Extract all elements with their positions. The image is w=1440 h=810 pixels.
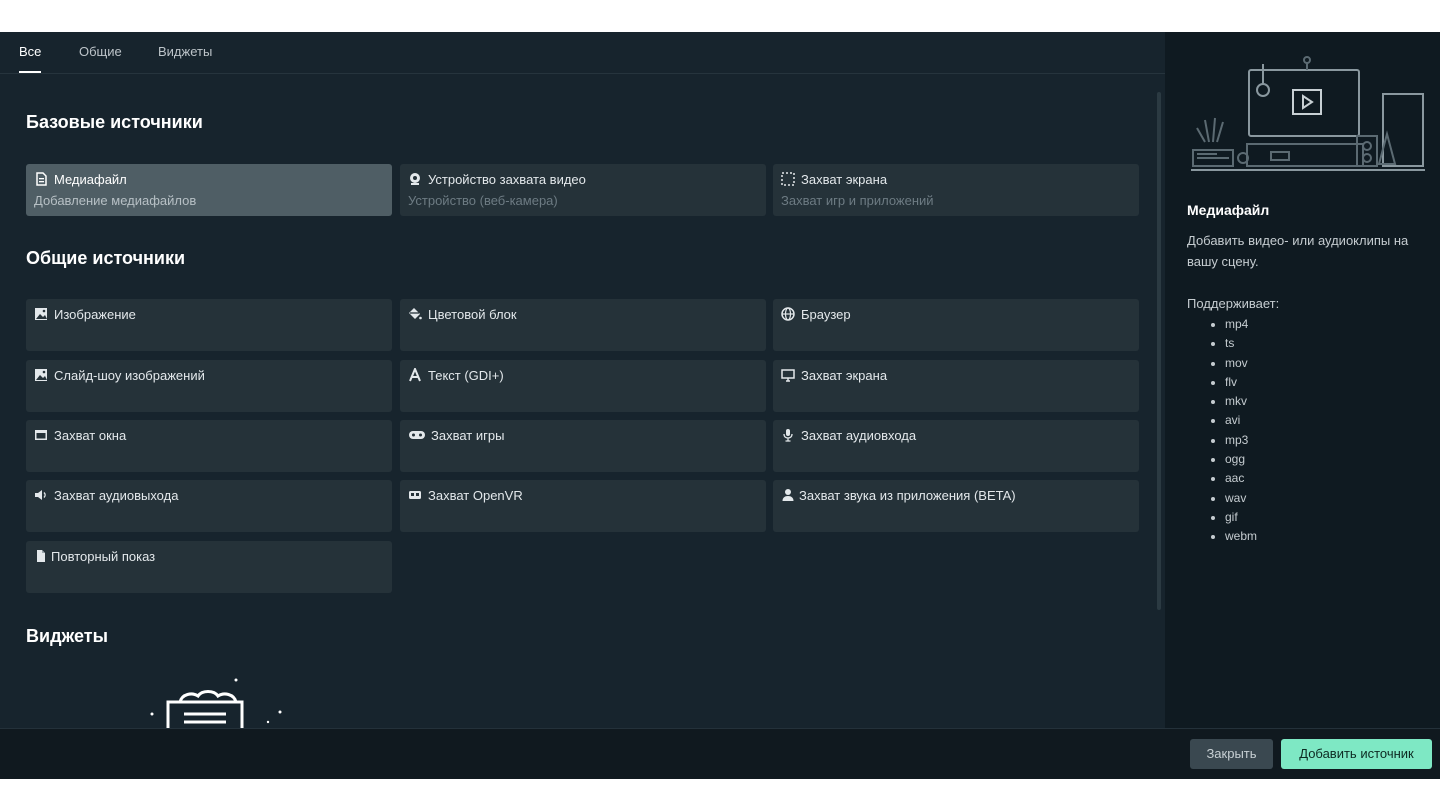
format-item: mov	[1225, 354, 1257, 373]
source-card-name: Захват экрана	[801, 368, 888, 383]
sources-scrollbar[interactable]	[1157, 92, 1161, 610]
source-card-name: Захват аудиовхода	[801, 428, 917, 443]
format-item: mp4	[1225, 315, 1257, 334]
source-card-screen-capture[interactable]: Захват экрана Захват игр и приложений	[773, 164, 1139, 216]
source-card-name: Цветовой блок	[428, 307, 517, 322]
globe-icon	[781, 307, 795, 321]
dialog-footer: Закрыть Добавить источник	[0, 728, 1440, 779]
close-button[interactable]: Закрыть	[1190, 739, 1273, 769]
source-card-description: Захват игр и приложений	[781, 193, 934, 208]
source-card-game-capture[interactable]: Захват игры	[400, 420, 766, 472]
section-title-general: Общие источники	[26, 248, 186, 268]
source-card-image-slideshow[interactable]: Слайд-шоу изображений	[26, 360, 392, 412]
source-card-openvr-capture[interactable]: Захват OpenVR	[400, 480, 766, 532]
source-card-display-capture[interactable]: Захват экрана	[773, 360, 1139, 412]
file-icon	[34, 172, 48, 186]
active-tab-indicator	[19, 71, 41, 73]
source-card-color-block[interactable]: Цветовой блок	[400, 299, 766, 351]
format-item: gif	[1225, 508, 1257, 527]
source-card-name: Слайд-шоу изображений	[54, 368, 205, 383]
details-description: Добавить видео- или аудиоклипы на вашу с…	[1187, 233, 1409, 269]
source-card-video-capture[interactable]: Устройство захвата видео Устройство (веб…	[400, 164, 766, 216]
window-icon	[34, 428, 48, 442]
source-card-browser[interactable]: Браузер	[773, 299, 1139, 351]
details-title: Медиафайл	[1187, 202, 1270, 218]
source-card-description: Добавление медиафайлов	[34, 193, 197, 208]
format-item: mkv	[1225, 392, 1257, 411]
format-item: webm	[1225, 527, 1257, 546]
monitor-icon	[781, 368, 795, 382]
tab-widgets[interactable]: Виджеты	[158, 44, 212, 59]
source-card-media-file[interactable]: Медиафайл Добавление медиафайлов	[26, 164, 392, 216]
source-card-image[interactable]: Изображение	[26, 299, 392, 351]
format-item: ogg	[1225, 450, 1257, 469]
image-icon	[34, 368, 48, 382]
source-card-name: Захват аудиовыхода	[54, 488, 179, 503]
sources-panel: Все Общие Виджеты Базовые источники Меди…	[0, 32, 1165, 728]
text-icon	[408, 368, 422, 382]
source-card-audio-input-capture[interactable]: Захват аудиовхода	[773, 420, 1139, 472]
format-item: ts	[1225, 334, 1257, 353]
source-card-name: Медиафайл	[54, 172, 127, 187]
section-title-basic: Базовые источники	[26, 112, 203, 132]
tab-bar: Все Общие Виджеты	[0, 32, 1165, 74]
source-details-panel: Медиафайл Добавить видео- или аудиоклипы…	[1165, 32, 1440, 728]
source-card-text-gdi[interactable]: Текст (GDI+)	[400, 360, 766, 412]
tab-general[interactable]: Общие	[79, 44, 122, 59]
user-icon	[781, 488, 795, 502]
source-card-name: Захват звука из приложения (BETA)	[799, 488, 1016, 503]
source-card-name: Устройство захвата видео	[428, 172, 586, 187]
source-card-description: Устройство (веб-камера)	[408, 193, 558, 208]
media-setup-illustration	[1191, 56, 1425, 171]
format-item: mp3	[1225, 431, 1257, 450]
format-item: aac	[1225, 469, 1257, 488]
source-card-name: Захват игры	[431, 428, 505, 443]
source-card-name: Захват окна	[54, 428, 127, 443]
source-card-name: Захват OpenVR	[428, 488, 523, 503]
source-card-name: Браузер	[801, 307, 851, 322]
source-card-name: Захват экрана	[801, 172, 888, 187]
vr-headset-icon	[408, 488, 422, 502]
microphone-icon	[781, 428, 795, 442]
paint-bucket-icon	[408, 307, 422, 321]
webcam-icon	[408, 172, 422, 186]
source-card-window-capture[interactable]: Захват окна	[26, 420, 392, 472]
widget-illustration	[150, 678, 282, 728]
screen-region-icon	[781, 172, 795, 186]
source-card-name: Изображение	[54, 307, 136, 322]
speaker-icon	[34, 488, 48, 502]
section-title-widgets: Виджеты	[26, 626, 108, 646]
add-source-dialog: Все Общие Виджеты Базовые источники Меди…	[0, 32, 1440, 779]
format-item: wav	[1225, 489, 1257, 508]
tab-all[interactable]: Все	[19, 44, 41, 59]
format-item: avi	[1225, 411, 1257, 430]
source-card-app-audio-capture[interactable]: Захват звука из приложения (BETA)	[773, 480, 1139, 532]
add-source-button[interactable]: Добавить источник	[1281, 739, 1432, 769]
gamepad-icon	[408, 428, 426, 442]
supported-formats-list: mp4 ts mov flv mkv avi mp3 ogg aac wav g…	[1187, 315, 1257, 547]
document-icon	[34, 549, 48, 563]
source-card-audio-output-capture[interactable]: Захват аудиовыхода	[26, 480, 392, 532]
image-icon	[34, 307, 48, 321]
source-card-replay[interactable]: Повторный показ	[26, 541, 392, 593]
format-item: flv	[1225, 373, 1257, 392]
source-card-name: Текст (GDI+)	[428, 368, 504, 383]
source-card-name: Повторный показ	[51, 549, 156, 564]
details-supports-label: Поддерживает:	[1187, 296, 1280, 311]
